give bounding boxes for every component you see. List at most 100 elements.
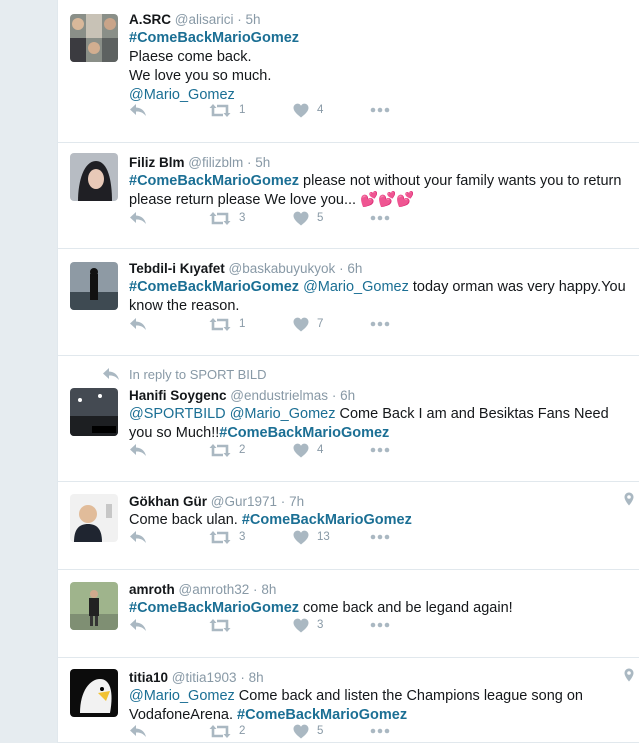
retweet-button[interactable]: 2 xyxy=(209,443,245,458)
timestamp[interactable]: 6h xyxy=(340,388,355,403)
avatar[interactable] xyxy=(70,262,118,310)
tweet[interactable]: Gökhan Gür @Gur1971 · 7h Come back ulan. … xyxy=(58,482,639,570)
separator: · xyxy=(253,582,258,597)
tweet[interactable]: amroth @amroth32 · 8h #ComeBackMarioGomez… xyxy=(58,570,639,658)
hashtag-link[interactable]: #ComeBackMarioGomez xyxy=(129,173,299,189)
location-pin-icon[interactable] xyxy=(624,668,634,687)
more-button[interactable] xyxy=(370,321,390,327)
like-button[interactable]: 3 xyxy=(293,618,323,633)
fullname[interactable]: Hanifi Soygenc xyxy=(129,388,227,403)
tweet-text: #ComeBackMarioGomez Plaese come back. We l… xyxy=(129,29,630,105)
retweet-count: 1 xyxy=(239,318,246,330)
like-button[interactable]: 5 xyxy=(293,211,323,226)
retweet-button[interactable]: 2 xyxy=(209,724,245,739)
retweet-button[interactable] xyxy=(209,618,239,633)
retweet-button[interactable]: 1 xyxy=(209,103,245,118)
tweet-header: titia10 @titia1903 · 8h xyxy=(129,668,630,687)
retweet-button[interactable]: 3 xyxy=(209,530,245,545)
like-button[interactable]: 13 xyxy=(293,530,330,545)
tweet[interactable]: A.SRC @alisarici · 5h #ComeBackMarioGomez… xyxy=(58,0,639,143)
more-button[interactable] xyxy=(370,107,390,113)
more-button[interactable] xyxy=(370,215,390,221)
timestamp[interactable]: 7h xyxy=(289,494,304,509)
reply-button[interactable] xyxy=(129,317,147,331)
reply-icon xyxy=(129,211,147,225)
retweet-count: 3 xyxy=(239,212,246,224)
tweet[interactable]: Tebdil-i Kıyafet @baskabuyukyok · 6h #Com… xyxy=(58,249,639,356)
retweet-button[interactable]: 1 xyxy=(209,317,245,332)
fullname[interactable]: amroth xyxy=(129,582,175,597)
username[interactable]: @baskabuyukyok xyxy=(229,261,336,276)
tweet-stream: A.SRC @alisarici · 5h #ComeBackMarioGomez… xyxy=(57,0,639,743)
more-icon xyxy=(370,215,390,221)
fullname[interactable]: Gökhan Gür xyxy=(129,494,207,509)
hashtag-link[interactable]: #ComeBackMarioGomez xyxy=(129,600,299,616)
fullname[interactable]: titia10 xyxy=(129,670,168,685)
hashtag-link[interactable]: #ComeBackMarioGomez xyxy=(129,279,299,295)
reply-icon xyxy=(129,530,147,544)
tweet-text-line: We love you so much. xyxy=(129,67,630,86)
hashtag-link[interactable]: #ComeBackMarioGomez xyxy=(219,425,389,441)
retweet-button[interactable]: 3 xyxy=(209,211,245,226)
username[interactable]: @endustrielmas xyxy=(230,388,328,403)
reply-button[interactable] xyxy=(129,530,147,544)
like-button[interactable]: 5 xyxy=(293,724,323,739)
heart-icon xyxy=(293,443,309,458)
tweet-header: Tebdil-i Kıyafet @baskabuyukyok · 6h xyxy=(129,259,630,278)
tweet-header: Hanifi Soygenc @endustrielmas · 6h xyxy=(129,386,630,405)
more-icon xyxy=(370,534,390,540)
reply-icon xyxy=(129,618,147,632)
like-count: 7 xyxy=(317,318,324,330)
more-button[interactable] xyxy=(370,622,390,628)
avatar[interactable] xyxy=(70,669,118,717)
timestamp[interactable]: 5h xyxy=(255,155,270,170)
username[interactable]: @titia1903 xyxy=(172,670,237,685)
more-icon xyxy=(370,622,390,628)
like-button[interactable]: 4 xyxy=(293,443,323,458)
more-button[interactable] xyxy=(370,534,390,540)
mention-link[interactable]: @Mario_Gomez xyxy=(129,688,235,704)
timestamp[interactable]: 8h xyxy=(261,582,276,597)
mention-link[interactable]: @Mario_Gomez xyxy=(303,279,409,295)
more-button[interactable] xyxy=(370,728,390,734)
tweet[interactable]: Filiz Blm @filizblm · 5h #ComeBackMarioGo… xyxy=(58,143,639,249)
timestamp[interactable]: 5h xyxy=(246,12,261,27)
avatar[interactable] xyxy=(70,14,118,62)
username[interactable]: @alisarici xyxy=(175,12,234,27)
reply-button[interactable] xyxy=(129,724,147,738)
avatar[interactable] xyxy=(70,388,118,436)
location-pin-icon[interactable] xyxy=(624,492,634,511)
username[interactable]: @amroth32 xyxy=(179,582,250,597)
reply-button[interactable] xyxy=(129,211,147,225)
tweet[interactable]: In reply to SPORT BILD Hanifi Soygenc @en… xyxy=(58,356,639,482)
hashtag-link[interactable]: #ComeBackMarioGomez xyxy=(242,512,412,528)
tweet-header: Gökhan Gür @Gur1971 · 7h xyxy=(129,492,630,511)
more-button[interactable] xyxy=(370,447,390,453)
fullname[interactable]: Tebdil-i Kıyafet xyxy=(129,261,225,276)
mention-link[interactable]: @SPORTBILD xyxy=(129,406,226,422)
like-button[interactable]: 7 xyxy=(293,317,323,332)
reply-button[interactable] xyxy=(129,103,147,117)
reply-icon xyxy=(129,103,147,117)
fullname[interactable]: Filiz Blm xyxy=(129,155,185,170)
avatar[interactable] xyxy=(70,153,118,201)
avatar[interactable] xyxy=(70,582,118,630)
fullname[interactable]: A.SRC xyxy=(129,12,171,27)
avatar[interactable] xyxy=(70,494,118,542)
tweet-text-line: @Mario_Gomez xyxy=(129,86,630,105)
hashtag-link[interactable]: #ComeBackMarioGomez xyxy=(237,707,407,723)
retweet-icon xyxy=(209,530,231,545)
tweet[interactable]: titia10 @titia1903 · 8h @Mario_Gomez Come… xyxy=(58,658,639,743)
reply-button[interactable] xyxy=(129,443,147,457)
reply-context[interactable]: In reply to SPORT BILD xyxy=(103,366,630,384)
timestamp[interactable]: 6h xyxy=(347,261,362,276)
mention-link[interactable]: @Mario_Gomez xyxy=(230,406,336,422)
username[interactable]: @filizblm xyxy=(188,155,243,170)
tweet-text-segment: Plaese come back. xyxy=(129,49,252,65)
like-button[interactable]: 4 xyxy=(293,103,323,118)
mention-link[interactable]: @Mario_Gomez xyxy=(129,87,235,103)
timestamp[interactable]: 8h xyxy=(249,670,264,685)
username[interactable]: @Gur1971 xyxy=(211,494,277,509)
hashtag-link[interactable]: #ComeBackMarioGomez xyxy=(129,30,299,46)
reply-button[interactable] xyxy=(129,618,147,632)
